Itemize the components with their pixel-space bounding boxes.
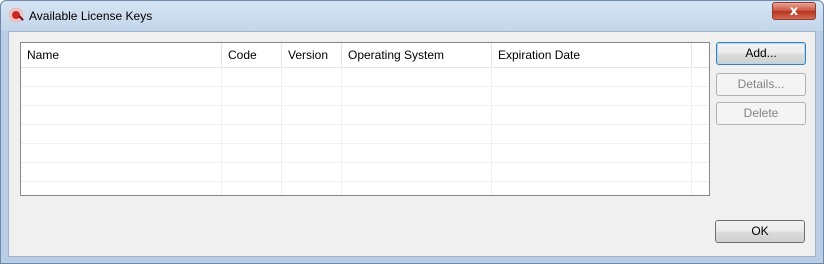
ok-button[interactable]: OK bbox=[715, 220, 805, 243]
close-icon: x bbox=[789, 3, 799, 19]
add-button[interactable]: Add... bbox=[716, 42, 806, 65]
column-divider bbox=[691, 67, 692, 195]
delete-button[interactable]: Delete bbox=[716, 102, 806, 125]
table-row bbox=[21, 125, 709, 144]
table-row bbox=[21, 87, 709, 106]
column-divider bbox=[341, 67, 342, 195]
license-keys-table[interactable]: Name Code Version Operating System Expir… bbox=[20, 42, 710, 196]
table-row bbox=[21, 182, 709, 195]
table-row bbox=[21, 68, 709, 87]
table-row bbox=[21, 163, 709, 182]
column-header-version[interactable]: Version bbox=[282, 43, 342, 67]
column-divider bbox=[491, 67, 492, 195]
column-header-name[interactable]: Name bbox=[21, 43, 222, 67]
close-button[interactable]: x bbox=[772, 2, 816, 20]
app-logo-icon bbox=[9, 8, 23, 22]
column-divider bbox=[221, 67, 222, 195]
column-divider bbox=[281, 67, 282, 195]
dialog-body: Name Code Version Operating System Expir… bbox=[8, 31, 816, 257]
column-header-operating-system[interactable]: Operating System bbox=[342, 43, 492, 67]
window-title: Available License Keys bbox=[29, 9, 153, 23]
table-row bbox=[21, 106, 709, 125]
details-button[interactable]: Details... bbox=[716, 73, 806, 96]
license-keys-dialog: Available License Keys x Name Code Versi… bbox=[0, 0, 824, 264]
table-row bbox=[21, 144, 709, 163]
title-bar[interactable]: Available License Keys x bbox=[1, 1, 823, 31]
column-header-expiration-date[interactable]: Expiration Date bbox=[492, 43, 692, 67]
column-header-code[interactable]: Code bbox=[222, 43, 282, 67]
table-header: Name Code Version Operating System Expir… bbox=[21, 43, 709, 68]
